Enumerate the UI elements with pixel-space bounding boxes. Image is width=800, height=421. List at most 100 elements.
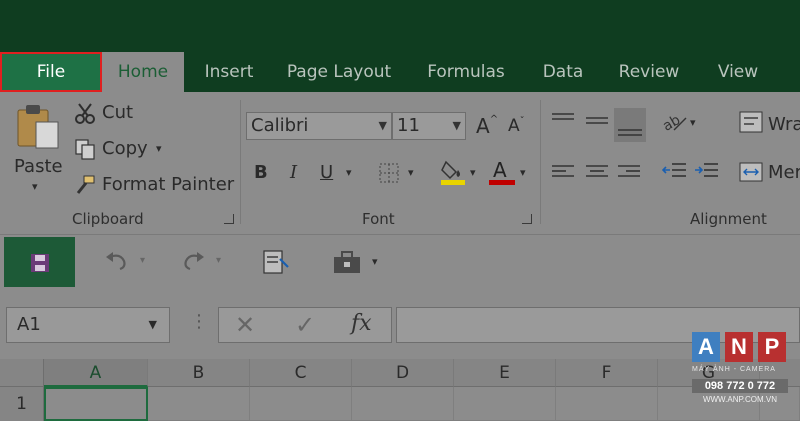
clipboard-launcher-icon[interactable]: [224, 214, 234, 224]
underline-button[interactable]: U: [320, 162, 333, 183]
save-icon: [30, 253, 50, 277]
italic-button[interactable]: I: [290, 162, 297, 183]
font-name-select[interactable]: Calibri ▼: [246, 112, 392, 140]
scissors-icon: [74, 102, 96, 128]
chevron-down-icon: ▼: [452, 119, 461, 132]
column-header-a[interactable]: A: [44, 359, 148, 387]
anp-watermark-logo: A N P MÁY ẢNH - CAMERA 098 772 0 772 WWW…: [692, 332, 792, 412]
cut-button[interactable]: Cut: [102, 102, 133, 123]
font-color-dropdown-icon[interactable]: ▾: [520, 166, 526, 179]
undo-icon[interactable]: [104, 249, 130, 277]
tab-formulas[interactable]: Formulas: [412, 52, 520, 92]
cell-a1[interactable]: [44, 387, 148, 421]
redo-icon[interactable]: [180, 249, 206, 277]
select-all-corner[interactable]: [0, 359, 44, 387]
fill-color-icon[interactable]: [440, 158, 466, 190]
align-center-icon[interactable]: [584, 162, 610, 188]
increase-font-size-icon[interactable]: A^: [476, 114, 498, 138]
save-button[interactable]: [4, 237, 75, 287]
decrease-font-size-icon[interactable]: Aˇ: [508, 116, 525, 136]
copy-button[interactable]: Copy: [102, 138, 148, 159]
align-right-icon[interactable]: [616, 162, 642, 188]
column-header-e[interactable]: E: [454, 359, 556, 387]
column-header-f[interactable]: F: [556, 359, 658, 387]
customize-qat-dropdown-icon[interactable]: ▾: [372, 255, 378, 268]
svg-text:A: A: [493, 158, 507, 182]
undo-dropdown-icon[interactable]: ▾: [140, 255, 145, 266]
borders-dropdown-icon[interactable]: ▾: [408, 166, 414, 179]
merge-center-icon: [738, 160, 764, 188]
align-middle-icon[interactable]: [584, 110, 610, 136]
tab-home[interactable]: Home: [102, 52, 184, 92]
form-icon[interactable]: [262, 249, 290, 279]
column-header-d[interactable]: D: [352, 359, 454, 387]
increase-indent-icon[interactable]: [694, 160, 720, 188]
row-header-1[interactable]: 1: [0, 387, 44, 421]
title-bar: [0, 0, 800, 52]
more-options-icon[interactable]: ⋮: [190, 311, 208, 332]
ribbon-tabs: File Home Insert Page Layout Formulas Da…: [0, 52, 800, 92]
align-top-icon[interactable]: [550, 110, 576, 136]
column-header-b[interactable]: B: [148, 359, 250, 387]
redo-dropdown-icon[interactable]: ▾: [216, 255, 221, 266]
spreadsheet-grid: A B C D E F G 1: [0, 359, 800, 421]
clipboard-group-label: Clipboard: [72, 210, 144, 228]
underline-dropdown-icon[interactable]: ▾: [346, 166, 352, 179]
cell-c1[interactable]: [250, 387, 352, 421]
font-size-select[interactable]: 11 ▼: [392, 112, 466, 140]
align-left-icon[interactable]: [550, 162, 576, 188]
paste-button[interactable]: Paste: [14, 156, 63, 177]
wrap-text-icon: [738, 110, 764, 138]
borders-icon[interactable]: [378, 162, 400, 188]
formula-bar: A1 ▼ ⋮ ✕ ✓ fx: [0, 289, 800, 359]
format-painter-icon: [74, 174, 96, 200]
name-box[interactable]: A1 ▼: [6, 307, 170, 343]
copy-icon: [74, 138, 96, 164]
watermark-letter: N: [725, 332, 753, 362]
format-painter-button[interactable]: Format Painter: [102, 174, 234, 195]
tab-insert[interactable]: Insert: [190, 52, 268, 92]
formula-buttons: ✕ ✓ fx: [218, 307, 392, 343]
cell-f1[interactable]: [556, 387, 658, 421]
orientation-icon[interactable]: ab: [660, 110, 688, 138]
wrap-text-button[interactable]: Wra: [768, 114, 800, 135]
tab-review[interactable]: Review: [604, 52, 694, 92]
column-header-c[interactable]: C: [250, 359, 352, 387]
paste-dropdown-icon[interactable]: ▾: [32, 180, 38, 193]
name-box-value: A1: [17, 314, 41, 335]
bold-button[interactable]: B: [254, 162, 268, 183]
watermark-phone: 098 772 0 772: [692, 379, 788, 393]
tab-view[interactable]: View: [700, 52, 776, 92]
insert-function-button[interactable]: fx: [351, 311, 372, 336]
group-divider: [240, 100, 241, 224]
tab-page-layout[interactable]: Page Layout: [276, 52, 402, 92]
copy-dropdown-icon[interactable]: ▾: [156, 142, 162, 155]
font-name-value: Calibri: [251, 115, 309, 136]
chevron-down-icon: ▼: [148, 318, 157, 331]
merge-button[interactable]: Mer: [768, 162, 800, 183]
enter-icon[interactable]: ✓: [295, 311, 315, 339]
decrease-indent-icon[interactable]: [661, 160, 688, 188]
orientation-dropdown-icon[interactable]: ▾: [690, 116, 696, 129]
align-bottom-icon[interactable]: [614, 108, 646, 142]
font-size-value: 11: [397, 115, 420, 136]
group-divider: [540, 100, 541, 224]
cell-d1[interactable]: [352, 387, 454, 421]
cancel-icon[interactable]: ✕: [235, 311, 255, 339]
cell-b1[interactable]: [148, 387, 250, 421]
toolbox-icon[interactable]: [332, 249, 364, 279]
font-launcher-icon[interactable]: [522, 214, 532, 224]
tab-file[interactable]: File: [0, 52, 102, 92]
fill-color-dropdown-icon[interactable]: ▾: [470, 166, 476, 179]
alignment-group-label: Alignment: [690, 210, 767, 228]
tab-data[interactable]: Data: [528, 52, 598, 92]
watermark-letter: A: [692, 332, 720, 362]
watermark-url: WWW.ANP.COM.VN: [702, 395, 778, 404]
watermark-tagline: MÁY ẢNH - CAMERA: [692, 366, 776, 373]
quick-access-toolbar: ▾ ▾ ▾: [0, 235, 800, 289]
ribbon: Paste ▾ Cut Copy ▾ Format Painter Clipbo…: [0, 92, 800, 235]
svg-text:ab: ab: [660, 112, 683, 134]
cell-e1[interactable]: [454, 387, 556, 421]
font-color-icon[interactable]: A: [488, 158, 516, 190]
paste-icon[interactable]: [16, 102, 62, 154]
